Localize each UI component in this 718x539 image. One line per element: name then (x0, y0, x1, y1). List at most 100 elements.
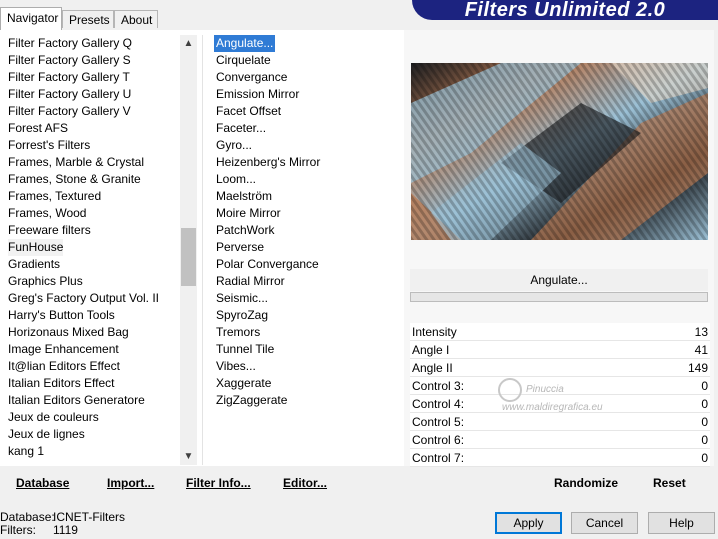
control-slider-row[interactable]: Intensity 13 (410, 323, 710, 341)
filter-item[interactable]: Cirquelate (216, 52, 271, 69)
filter-item[interactable]: Xaggerate (216, 375, 271, 392)
filter-item[interactable]: Tunnel Tile (216, 341, 274, 358)
category-item[interactable]: Forest AFS (8, 120, 68, 137)
category-item[interactable]: Forrest's Filters (8, 137, 90, 154)
control-slider-row[interactable]: Angle I 41 (410, 341, 710, 359)
control-label: Intensity (412, 325, 457, 339)
category-item[interactable]: Filter Factory Gallery Q (8, 35, 132, 52)
filter-item[interactable]: Perverse (216, 239, 264, 256)
filter-item[interactable]: Loom... (216, 171, 256, 188)
filter-item[interactable]: Emission Mirror (216, 86, 299, 103)
import-button[interactable]: Import... (107, 474, 154, 492)
category-item[interactable]: It@lian Editors Effect (8, 358, 120, 375)
category-item[interactable]: Frames, Wood (8, 205, 86, 222)
filter-item[interactable]: Facet Offset (216, 103, 281, 120)
database-button[interactable]: Database (16, 474, 69, 492)
filter-item[interactable]: Convergance (216, 69, 287, 86)
category-item[interactable]: Jeux de lignes (8, 426, 85, 443)
control-label: Control 7: (412, 451, 465, 465)
reset-button[interactable]: Reset (653, 474, 686, 492)
filter-info-button[interactable]: Filter Info... (186, 474, 251, 492)
tab-presets-label: Presets (69, 13, 110, 27)
control-label: Control 6: (412, 433, 465, 447)
watermark: Pinuccia www.maldiregrafica.eu (496, 376, 656, 418)
category-list: Filter Factory Gallery Q Filter Factory G… (0, 35, 180, 465)
filter-item[interactable]: Heizenberg's Mirror (216, 154, 320, 171)
filter-item[interactable]: ZigZaggerate (216, 392, 287, 409)
progress-bar (410, 292, 708, 302)
control-value: 0 (701, 397, 708, 411)
category-item[interactable]: Filter Factory Gallery U (8, 86, 131, 103)
filter-item[interactable]: PatchWork (216, 222, 274, 239)
tab-navigator[interactable]: Navigator (0, 7, 62, 30)
category-item[interactable]: Image Enhancement (8, 341, 119, 358)
control-label: Control 4: (412, 397, 465, 411)
watermark-name: Pinuccia (526, 384, 564, 395)
filter-item[interactable]: Faceter... (216, 120, 266, 137)
filter-list: Angulate... Cirquelate Convergance Emission… (203, 34, 403, 465)
category-item[interactable]: Italian Editors Effect (8, 375, 115, 392)
category-item[interactable]: Greg's Factory Output Vol. II (8, 290, 159, 307)
filter-item[interactable]: Angulate... (212, 34, 277, 53)
apply-button[interactable]: Apply (495, 512, 562, 534)
status-database-label: Database: (0, 510, 55, 524)
tab-about[interactable]: About (114, 10, 158, 28)
category-item[interactable]: Italian Editors Generatore (8, 392, 145, 409)
control-value: 149 (687, 361, 708, 375)
watermark-logo-icon (498, 378, 522, 402)
category-item[interactable]: Horizonaus Mixed Bag (8, 324, 129, 341)
status-database-value: ICNET-Filters (53, 510, 125, 524)
category-item[interactable]: Graphics Plus (8, 273, 83, 290)
control-value: 0 (701, 379, 708, 393)
filter-item[interactable]: Gyro... (216, 137, 252, 154)
tab-about-label: About (121, 13, 153, 27)
status-filters-value: 1119 (53, 523, 78, 537)
control-value: 0 (701, 433, 708, 447)
filter-item[interactable]: Tremors (216, 324, 260, 341)
filter-item[interactable]: Radial Mirror (216, 273, 285, 290)
category-item[interactable]: Filter Factory Gallery V (8, 103, 131, 120)
filter-item[interactable]: Seismic... (216, 290, 268, 307)
control-slider-row[interactable]: Control 6: 0 (410, 431, 710, 449)
control-label: Control 5: (412, 415, 465, 429)
randomize-button[interactable]: Randomize (554, 474, 618, 492)
tab-bar: Navigator Presets About Filters Unlimite… (0, 0, 718, 30)
category-scrollbar-thumb[interactable] (181, 228, 196, 286)
control-value: 41 (694, 343, 708, 357)
filter-item[interactable]: Maelström (216, 188, 272, 205)
filter-item[interactable]: SpyroZag (216, 307, 268, 324)
category-item[interactable]: kang 1 (8, 443, 44, 460)
tab-presets[interactable]: Presets (62, 10, 114, 28)
tab-navigator-label: Navigator (7, 11, 59, 25)
control-value: 0 (701, 415, 708, 429)
status-filters-label: Filters: (0, 523, 36, 537)
chevron-up-icon[interactable]: ▲ (180, 36, 197, 52)
category-item[interactable]: FunHouse (8, 239, 64, 256)
category-item[interactable]: Harry's Button Tools (8, 307, 115, 324)
help-button[interactable]: Help (648, 512, 715, 534)
category-item[interactable]: Filter Factory Gallery T (8, 69, 130, 86)
preview-image (411, 63, 708, 240)
preview-filter-name: Angulate... (410, 269, 708, 291)
filter-item[interactable]: Vibes... (216, 358, 256, 375)
category-item[interactable]: Gradients (8, 256, 60, 273)
control-label: Angle II (412, 361, 453, 375)
category-item[interactable]: Frames, Marble & Crystal (8, 154, 144, 171)
category-item[interactable]: Frames, Textured (8, 188, 101, 205)
category-item[interactable]: Jeux de couleurs (8, 409, 99, 426)
app-title-banner: Filters Unlimited 2.0 (412, 0, 718, 20)
preview-graphic (411, 63, 708, 240)
control-label: Control 3: (412, 379, 465, 393)
editor-button[interactable]: Editor... (283, 474, 327, 492)
control-slider-row[interactable]: Control 7: 0 (410, 449, 710, 467)
chevron-down-icon[interactable]: ▼ (180, 449, 197, 465)
category-item[interactable]: Freeware filters (8, 222, 91, 239)
cancel-button[interactable]: Cancel (571, 512, 638, 534)
control-slider-row[interactable]: Angle II 149 (410, 359, 710, 377)
control-value: 0 (701, 451, 708, 465)
filter-item[interactable]: Moire Mirror (216, 205, 281, 222)
filter-item[interactable]: Polar Convergance (216, 256, 319, 273)
category-item[interactable]: Filter Factory Gallery S (8, 52, 131, 69)
control-label: Angle I (412, 343, 450, 357)
category-item[interactable]: Frames, Stone & Granite (8, 171, 141, 188)
